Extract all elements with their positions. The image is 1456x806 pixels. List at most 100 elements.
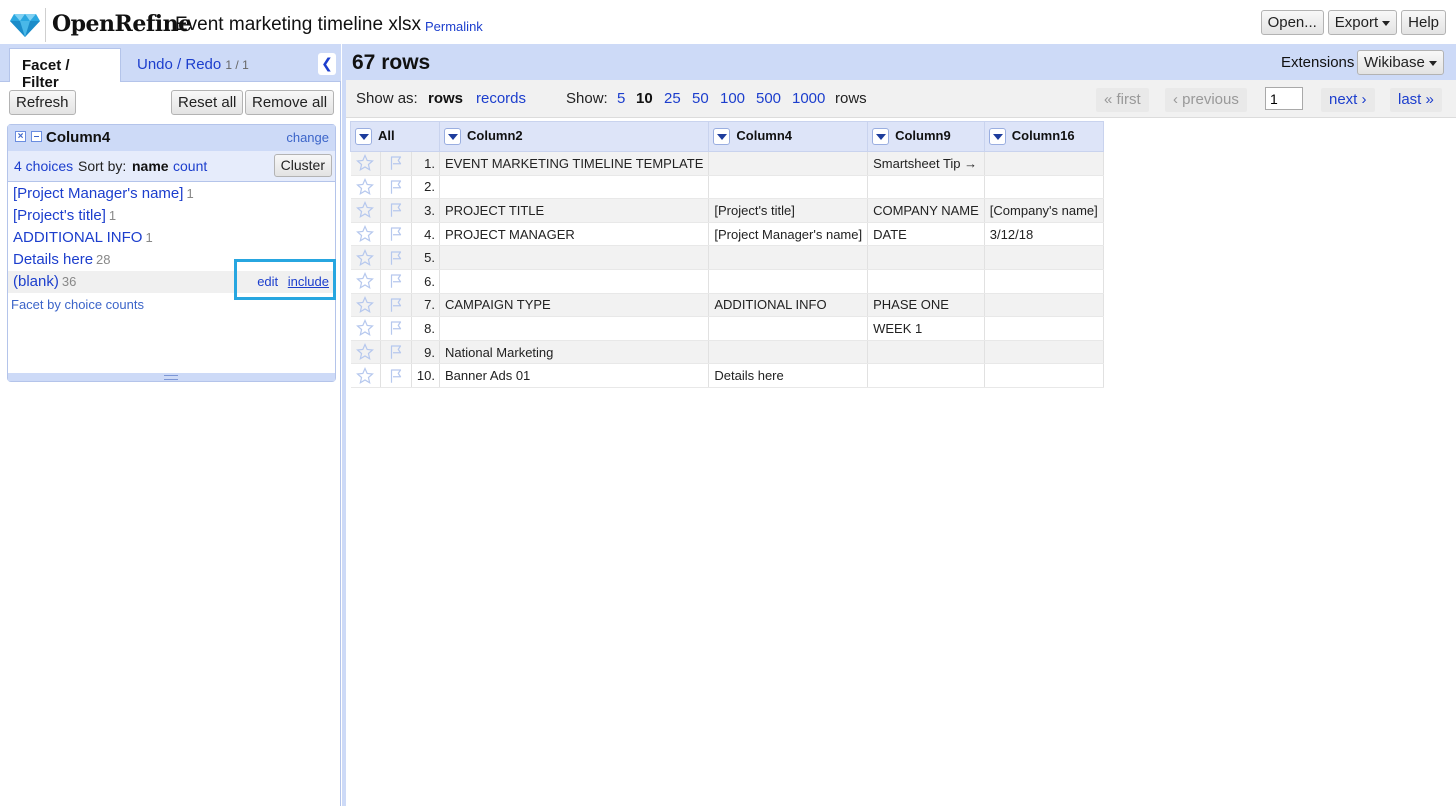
openrefine-diamond-icon[interactable] [10, 12, 40, 41]
sort-by-name[interactable]: name [132, 158, 169, 174]
page-size-100[interactable]: 100 [720, 90, 745, 107]
column-menu-icon[interactable] [713, 128, 731, 146]
flag-icon[interactable] [380, 175, 412, 200]
table-cell[interactable]: Details here [708, 363, 869, 388]
flag-icon[interactable] [380, 293, 412, 318]
table-cell[interactable] [708, 316, 869, 341]
table-cell[interactable] [984, 269, 1104, 294]
table-cell[interactable]: DATE [867, 222, 985, 247]
star-icon[interactable] [350, 198, 382, 223]
facet-change-link[interactable]: change [286, 130, 329, 145]
column-header-column4[interactable]: Column4 [708, 121, 869, 152]
cluster-button[interactable]: Cluster [273, 154, 332, 177]
facet-by-choice-counts-link[interactable]: Facet by choice counts [11, 297, 144, 312]
permalink-link[interactable]: Permalink [425, 19, 483, 34]
flag-icon[interactable] [380, 151, 412, 176]
choices-count-link[interactable]: 4 choices [14, 158, 73, 174]
minimize-icon[interactable] [31, 131, 42, 142]
star-icon[interactable] [350, 363, 382, 388]
table-cell[interactable]: PROJECT TITLE [439, 198, 710, 223]
table-cell[interactable]: National Marketing [439, 340, 710, 365]
first-page-link[interactable]: « first [1096, 88, 1149, 112]
page-size-500[interactable]: 500 [756, 90, 781, 107]
choice-label[interactable]: ADDITIONAL INFO [13, 229, 142, 246]
table-cell[interactable] [439, 269, 710, 294]
page-number-input[interactable] [1265, 87, 1303, 110]
table-cell[interactable]: Smartsheet Tip → [867, 151, 985, 176]
table-cell[interactable]: CAMPAIGN TYPE [439, 293, 710, 318]
refresh-button[interactable]: Refresh [9, 90, 76, 115]
table-cell[interactable] [708, 269, 869, 294]
page-size-5[interactable]: 5 [617, 90, 625, 107]
export-button[interactable]: Export [1327, 10, 1398, 35]
brand-logo[interactable]: OpenRefine [52, 11, 192, 37]
star-icon[interactable] [350, 222, 382, 247]
column-menu-icon[interactable] [444, 128, 461, 146]
next-page-link[interactable]: next › [1321, 88, 1375, 112]
table-cell[interactable] [867, 340, 985, 365]
table-cell[interactable] [984, 363, 1104, 388]
table-cell[interactable]: [Project's title] [708, 198, 869, 223]
records-mode-link[interactable]: records [476, 90, 526, 107]
facet-resize-handle[interactable] [8, 373, 335, 381]
table-cell[interactable]: [Project Manager's name] [708, 222, 869, 247]
table-cell[interactable] [867, 363, 985, 388]
flag-icon[interactable] [380, 316, 412, 341]
project-name[interactable]: Event marketing timeline xlsx [175, 14, 421, 36]
table-cell[interactable] [439, 175, 710, 200]
table-cell[interactable] [984, 316, 1104, 341]
close-icon[interactable]: × [15, 131, 26, 142]
star-icon[interactable] [350, 316, 382, 341]
choice-label[interactable]: [Project's title] [13, 207, 106, 224]
page-size-1000[interactable]: 1000 [792, 90, 825, 107]
table-cell[interactable] [984, 151, 1104, 176]
table-cell[interactable] [439, 316, 710, 341]
help-button[interactable]: Help [1401, 10, 1446, 35]
column-header-column2[interactable]: Column2 [438, 121, 710, 152]
table-cell[interactable] [984, 175, 1104, 200]
table-cell[interactable]: Banner Ads 01 [439, 363, 710, 388]
star-icon[interactable] [350, 245, 382, 270]
flag-icon[interactable] [380, 245, 412, 270]
page-size-10[interactable]: 10 [636, 90, 653, 107]
table-cell[interactable] [708, 245, 869, 270]
table-cell[interactable] [708, 340, 869, 365]
star-icon[interactable] [350, 269, 382, 294]
table-cell[interactable]: [Company's name] [984, 198, 1104, 223]
star-icon[interactable] [350, 151, 382, 176]
table-cell[interactable]: ADDITIONAL INFO [708, 293, 869, 318]
facet-choice[interactable]: [Project's title] 1 [8, 205, 335, 227]
flag-icon[interactable] [380, 222, 412, 247]
table-cell[interactable] [867, 269, 985, 294]
column-menu-icon[interactable] [872, 128, 890, 146]
table-cell[interactable]: COMPANY NAME [867, 198, 985, 223]
last-page-link[interactable]: last » [1390, 88, 1442, 112]
table-cell[interactable]: WEEK 1 [867, 316, 985, 341]
table-cell[interactable] [984, 340, 1104, 365]
table-cell[interactable] [867, 245, 985, 270]
table-cell[interactable] [984, 245, 1104, 270]
rows-mode-link[interactable]: rows [428, 90, 463, 107]
choice-label[interactable]: Details here [13, 251, 93, 268]
column-header-column9[interactable]: Column9 [867, 121, 985, 152]
flag-icon[interactable] [380, 340, 412, 365]
remove-all-button[interactable]: Remove all [245, 90, 335, 115]
flag-icon[interactable] [380, 198, 412, 223]
column-header-column16[interactable]: Column16 [983, 121, 1104, 152]
table-cell[interactable] [984, 293, 1104, 318]
table-cell[interactable] [439, 245, 710, 270]
table-cell[interactable]: 3/12/18 [984, 222, 1104, 247]
flag-icon[interactable] [380, 269, 412, 294]
table-cell[interactable] [708, 151, 869, 176]
star-icon[interactable] [350, 175, 382, 200]
open-button[interactable]: Open... [1260, 10, 1324, 35]
tab-undo-redo[interactable]: Undo / Redo 1 / 1 [125, 48, 261, 82]
collapse-left-panel-icon[interactable]: ❮ [318, 53, 336, 75]
wikibase-button[interactable]: Wikibase [1357, 50, 1444, 75]
choice-label[interactable]: [Project Manager's name] [13, 185, 183, 202]
table-cell[interactable]: EVENT MARKETING TIMELINE TEMPLATE [439, 151, 710, 176]
tab-facet-filter[interactable]: Facet / Filter [9, 48, 121, 91]
page-size-25[interactable]: 25 [664, 90, 681, 107]
table-cell[interactable]: PHASE ONE [867, 293, 985, 318]
page-size-50[interactable]: 50 [692, 90, 709, 107]
